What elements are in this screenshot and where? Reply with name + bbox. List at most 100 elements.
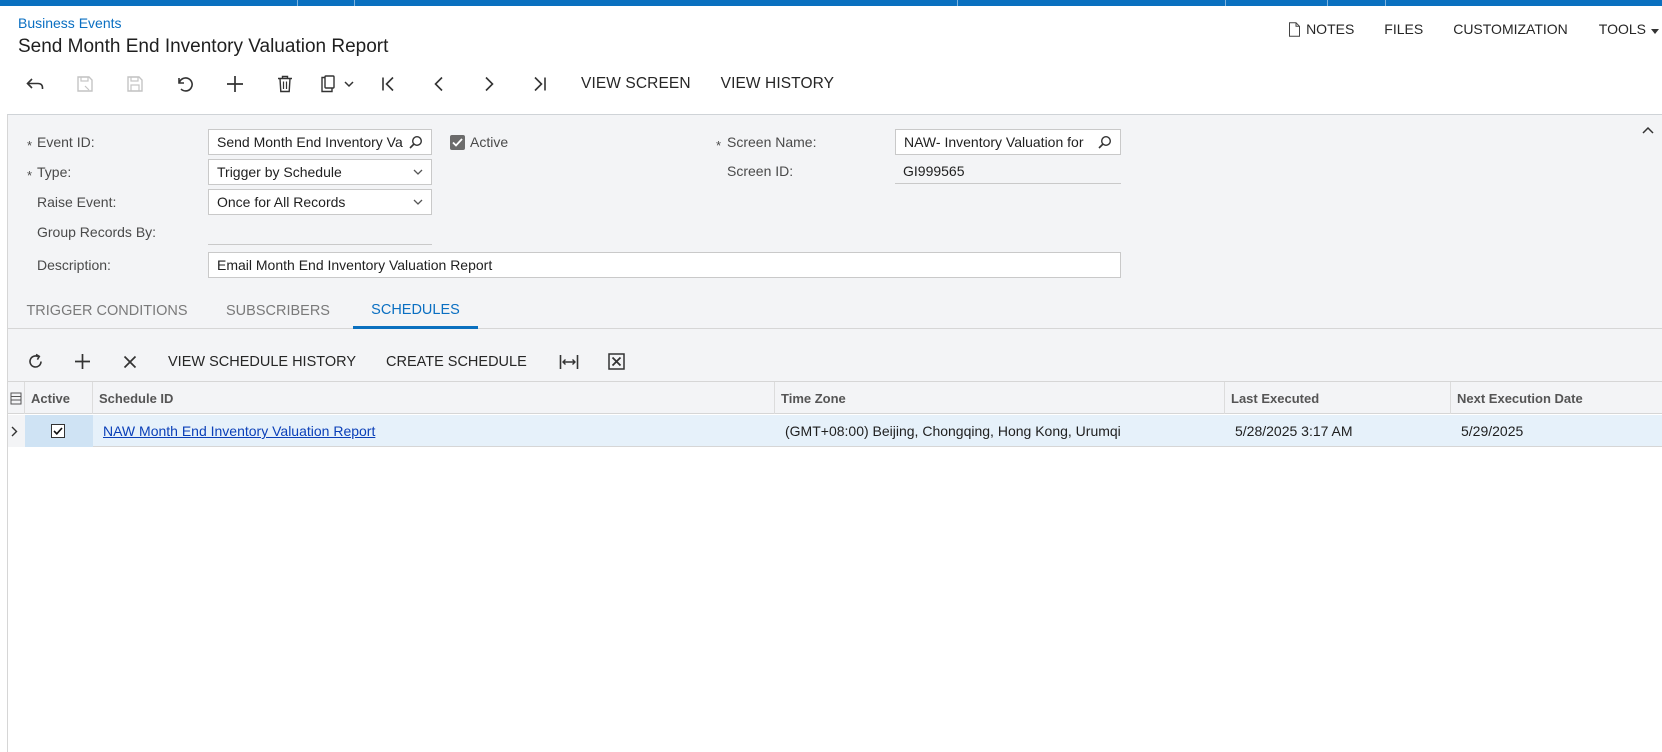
column-header-last-executed[interactable]: Last Executed [1225,382,1451,414]
add-row-button[interactable] [59,346,106,378]
first-record-button[interactable] [364,68,414,100]
checkbox-checked-icon [450,134,465,150]
save-icon [127,76,143,92]
raise-event-select[interactable]: Once for All Records [208,189,432,215]
copy-paste-button[interactable] [310,68,364,100]
description-value: Email Month End Inventory Valuation Repo… [217,257,493,273]
tab-trigger-conditions[interactable]: TRIGGER CONDITIONS [22,293,192,329]
cancel-button[interactable] [160,68,210,100]
type-label: Type: [37,164,72,180]
table-row[interactable]: NAW Month End Inventory Valuation Report… [8,415,1662,447]
refresh-button[interactable] [12,346,59,378]
view-schedule-history-button[interactable]: VIEW SCHEDULE HISTORY [153,354,371,370]
fit-to-width-icon [559,354,579,369]
files-button[interactable]: FILES [1384,21,1423,37]
save-button[interactable] [110,68,160,100]
tools-label: TOOLS [1598,21,1646,37]
row-expand-chevron-icon[interactable] [8,415,25,447]
undo-arrow-icon [26,78,44,89]
required-marker: * [27,168,33,183]
last-record-button[interactable] [514,68,564,100]
customization-button[interactable]: CUSTOMIZATION [1453,21,1568,37]
trash-icon [278,75,292,93]
topbar-separator [1327,0,1328,6]
plus-icon [227,76,243,92]
chevron-down-icon [413,199,423,205]
column-settings-icon[interactable] [8,382,25,414]
tab-schedules[interactable]: SCHEDULES [353,293,478,329]
save-close-icon [77,76,93,92]
event-id-value: Send Month End Inventory Va [217,134,403,150]
revert-icon [178,77,193,92]
customization-label: CUSTOMIZATION [1453,21,1568,37]
fit-columns-button[interactable] [546,346,593,378]
active-checkbox[interactable]: Active [450,134,508,150]
topbar-separator [1385,0,1386,6]
collapse-icon[interactable] [1642,121,1654,137]
save-close-button[interactable] [60,68,110,100]
document-icon [1288,21,1301,37]
required-marker: * [27,138,33,153]
export-excel-button[interactable] [593,346,640,378]
caret-down-icon [1651,21,1659,37]
delete-button[interactable] [260,68,310,100]
clipboard-icon [321,75,335,93]
view-history-button[interactable]: VIEW HISTORY [706,75,849,93]
row-next-execution-date: 5/29/2025 [1461,423,1524,439]
notes-label: NOTES [1306,21,1355,37]
refresh-icon [29,353,42,368]
grid-toolbar: VIEW SCHEDULE HISTORY CREATE SCHEDULE [8,342,1662,382]
tools-button[interactable]: TOOLS [1599,21,1659,37]
previous-record-button[interactable] [414,68,464,100]
next-record-button[interactable] [464,68,514,100]
column-header-active[interactable]: Active [25,382,93,414]
row-active-checkbox[interactable] [25,415,93,447]
search-icon[interactable] [1098,135,1112,149]
active-label: Active [470,134,509,150]
back-button[interactable] [10,68,60,100]
topbar-separator [354,0,355,6]
top-menu: NOTES FILES CUSTOMIZATION TOOLS [1288,19,1662,39]
screen-name-value: NAW- Inventory Valuation for [904,134,1084,150]
main-toolbar: VIEW SCREEN VIEW HISTORY [10,68,849,100]
notes-button[interactable]: NOTES [1288,21,1354,37]
schedules-grid: VIEW SCHEDULE HISTORY CREATE SCHEDULE Ac… [7,342,1662,752]
row-schedule-id: NAW Month End Inventory Valuation Report [93,415,775,447]
schedule-id-link[interactable]: NAW Month End Inventory Valuation Report [103,423,375,439]
search-icon[interactable] [409,135,423,149]
chevron-down-icon [344,80,354,87]
description-field[interactable]: Email Month End Inventory Valuation Repo… [208,252,1121,278]
topbar-separator [957,0,958,6]
group-records-by-label: Group Records By: [37,224,157,240]
screen-name-field[interactable]: NAW- Inventory Valuation for [895,129,1121,155]
screen-id-value: GI999565 [895,158,1121,184]
create-schedule-button[interactable]: CREATE SCHEDULE [371,354,542,370]
checkbox-checked-icon [51,424,65,438]
column-header-time-zone[interactable]: Time Zone [775,382,1225,414]
excel-icon [608,353,625,370]
raise-event-value: Once for All Records [217,194,346,210]
event-id-field[interactable]: Send Month End Inventory Va [208,129,432,155]
required-marker: * [716,138,722,153]
event-id-label: Event ID: [37,134,95,150]
group-records-by-field[interactable] [208,219,432,245]
type-value: Trigger by Schedule [217,164,342,180]
tab-subscribers[interactable]: SUBSCRIBERS [222,293,334,329]
column-header-schedule-id[interactable]: Schedule ID [93,382,775,414]
column-header-next-execution-date[interactable]: Next Execution Date [1451,382,1662,414]
topbar-separator [1225,0,1226,6]
screen-name-label: Screen Name: [727,134,817,150]
row-time-zone: (GMT+08:00) Beijing, Chongqing, Hong Kon… [785,423,1121,439]
breadcrumb[interactable]: Business Events [18,15,122,31]
top-navigation-bar [0,0,1662,6]
description-label: Description: [37,257,111,273]
chevron-down-icon [413,169,423,175]
last-icon [534,76,546,92]
delete-row-button[interactable] [106,346,153,378]
first-icon [382,76,394,92]
add-button[interactable] [210,68,260,100]
raise-event-label: Raise Event: [37,194,117,210]
view-screen-button[interactable]: VIEW SCREEN [566,75,706,93]
plus-icon [75,354,90,369]
type-select[interactable]: Trigger by Schedule [208,159,432,185]
